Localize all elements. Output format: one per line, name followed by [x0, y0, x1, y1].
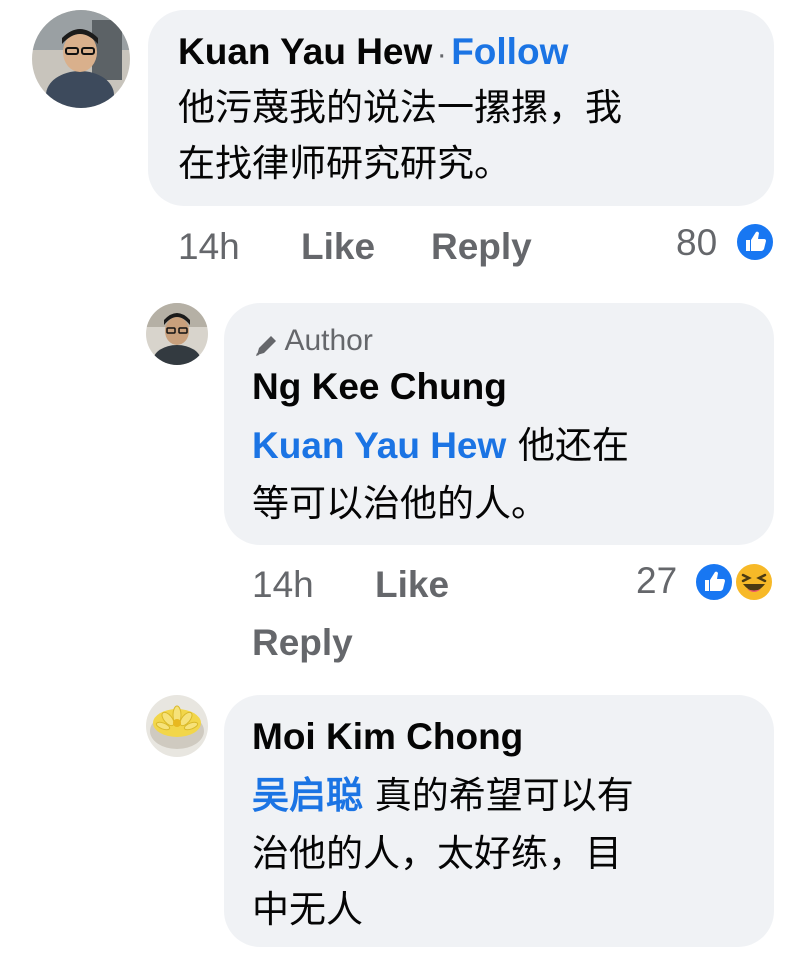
author-label: Author — [284, 324, 373, 357]
comment-2-timestamp[interactable]: 14h — [252, 564, 314, 606]
avatar-image — [146, 695, 208, 757]
comment-1-reaction-count[interactable]: 80 — [676, 222, 717, 264]
avatar-kuan-yau-hew[interactable] — [32, 10, 130, 108]
comment-1-timestamp[interactable]: 14h — [178, 226, 240, 268]
follow-button[interactable]: Follow — [451, 31, 568, 72]
commenter-name[interactable]: Kuan Yau Hew — [178, 31, 432, 72]
separator-dot: · — [436, 38, 447, 71]
pencil-icon — [252, 332, 280, 360]
comment-1-reply-button[interactable]: Reply — [431, 226, 532, 268]
mention-kuan-yau-hew[interactable]: Kuan Yau Hew — [252, 425, 506, 466]
comment-2-reaction-count[interactable]: 27 — [636, 560, 677, 602]
comment-2-text: 他还在 — [506, 424, 630, 467]
comment-3-text-line3: 中无人 — [252, 888, 363, 931]
commenter-name[interactable]: Moi Kim Chong — [252, 714, 523, 760]
avatar-ng-kee-chung[interactable] — [146, 303, 208, 365]
comment-2-reply-button[interactable]: Reply — [252, 622, 353, 664]
avatar-image — [32, 10, 130, 108]
comment-3-text: 真的希望可以有 — [363, 774, 634, 817]
comment-3-text-line1: 吴启聪 真的希望可以有 — [252, 768, 634, 823]
comment-1-text-line1: 他污蔑我的说法一摞摞，我 — [178, 86, 622, 129]
comment-1-text-line2: 在找律师研究研究。 — [178, 142, 511, 185]
like-reaction-icon — [735, 222, 775, 262]
comment-2-text-line1: Kuan Yau Hew 他还在 — [252, 418, 629, 473]
comment-2-like-button[interactable]: Like — [375, 564, 449, 606]
comment-1-like-button[interactable]: Like — [301, 226, 375, 268]
avatar-image — [146, 303, 208, 365]
mention-user[interactable]: 吴启聪 — [252, 774, 363, 817]
comment-2-text-line2: 等可以治他的人。 — [252, 482, 548, 525]
comment-1-header: Kuan Yau Hew · Follow — [178, 30, 568, 74]
comment-3-text-line2: 治他的人，太好练，目 — [252, 832, 622, 875]
like-reaction-icon — [694, 562, 734, 602]
haha-reaction-icon — [734, 562, 774, 602]
avatar-moi-kim-chong[interactable] — [146, 695, 208, 757]
commenter-name[interactable]: Ng Kee Chung — [252, 364, 507, 410]
author-badge: Author — [252, 324, 373, 358]
